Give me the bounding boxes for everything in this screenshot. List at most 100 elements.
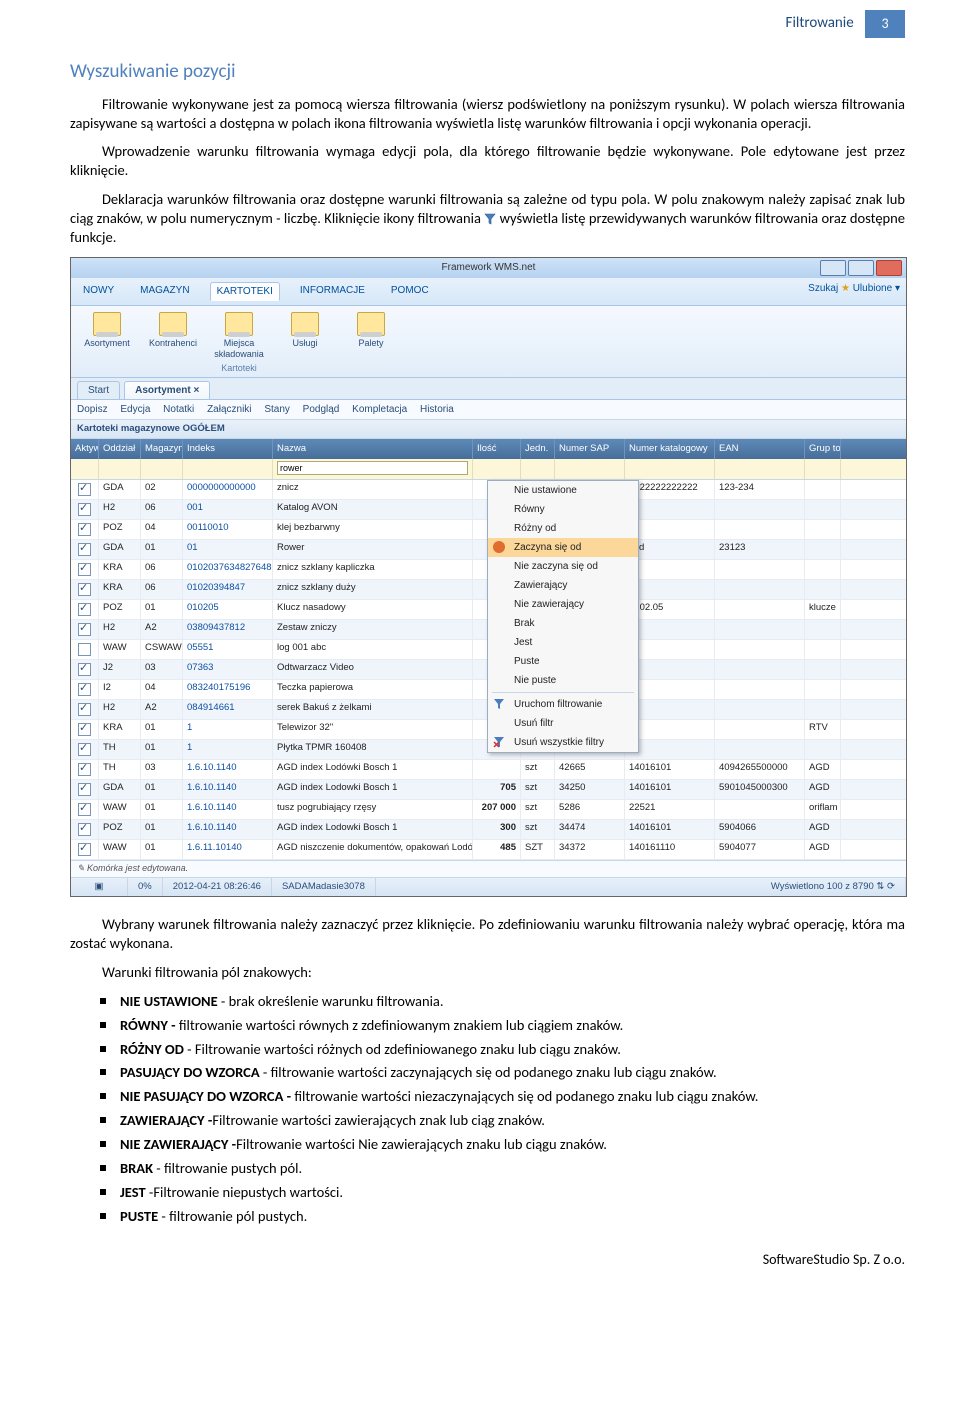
bullet-list: NIE USTAWIONE - brak określenie warunku … [70, 992, 905, 1225]
checkbox[interactable] [78, 703, 91, 716]
window-title: Framework WMS.net [442, 261, 536, 274]
menu-item-selected[interactable]: Zaczyna się od [488, 538, 638, 557]
ribbon-item[interactable]: Asortyment [79, 312, 135, 361]
menu-action[interactable]: Usuń filtr [488, 714, 638, 733]
menu-item[interactable]: Nie zawierający [488, 595, 638, 614]
checkbox[interactable] [78, 743, 91, 756]
close-button[interactable] [876, 260, 902, 276]
filter-input-nazwa[interactable] [277, 461, 468, 475]
ribbon-item[interactable]: Miejsca składowania [211, 312, 267, 361]
checkbox[interactable] [78, 563, 91, 576]
checkbox[interactable] [78, 843, 91, 856]
checkbox[interactable] [78, 763, 91, 776]
menu-item[interactable]: Jest [488, 633, 638, 652]
checkbox[interactable] [78, 683, 91, 696]
checkbox[interactable] [78, 803, 91, 816]
menu-action[interactable]: Usuń wszystkie filtry [488, 733, 638, 752]
menu-item[interactable]: Równy [488, 500, 638, 519]
search-label[interactable]: Szukaj [808, 283, 838, 294]
table-row[interactable]: POZ011.6.10.1140AGD index Lodowki Bosch … [71, 820, 906, 840]
menu-item[interactable]: INFORMACJE [294, 282, 371, 301]
toolbar-item[interactable]: Edycja [120, 404, 150, 415]
col-header[interactable]: Ilość [473, 439, 521, 459]
paragraph-1: Filtrowanie wykonywane jest za pomocą wi… [70, 95, 905, 133]
menu-item[interactable]: Nie zaczyna się od [488, 557, 638, 576]
menu-item[interactable]: Nie puste [488, 671, 638, 690]
ribbon-item[interactable]: Usługi [277, 312, 333, 361]
col-header[interactable]: Magazyn [141, 439, 183, 459]
col-header[interactable]: Grup towaro [805, 439, 841, 459]
col-header[interactable]: Aktywne [71, 439, 99, 459]
ribbon-item[interactable]: Palety [343, 312, 399, 361]
folder-icon [93, 312, 121, 336]
paragraph-3: Deklaracja warunków filtrowania oraz dos… [70, 190, 905, 247]
tab-asortyment[interactable]: Asortyment × [124, 381, 210, 399]
checkbox[interactable] [78, 783, 91, 796]
toolbar-item[interactable]: Dopisz [77, 404, 108, 415]
col-header[interactable]: Numer SAP [555, 439, 625, 459]
maximize-button[interactable] [848, 260, 874, 276]
status-timestamp: 2012-04-21 08:26:46 [163, 878, 272, 896]
checkbox[interactable] [78, 583, 91, 596]
menu-item[interactable]: Nie ustawione [488, 481, 638, 500]
toolbar-item[interactable]: Notatki [163, 404, 194, 415]
bullet-item: BRAK - filtrowanie pustych pól. [120, 1159, 905, 1178]
checkbox[interactable] [78, 723, 91, 736]
favorites-label[interactable]: Ulubione [853, 283, 892, 294]
ribbon-item[interactable]: Kontrahenci [145, 312, 201, 361]
col-header[interactable]: Indeks [183, 439, 273, 459]
page-header: Filtrowanie 3 [70, 0, 905, 38]
page-number-badge: 3 [865, 10, 905, 38]
menu-item[interactable]: POMOC [385, 282, 435, 301]
table-row[interactable]: GDA011.6.10.1140AGD index Lodowki Bosch … [71, 780, 906, 800]
toolbar-item[interactable]: Załączniki [207, 404, 251, 415]
col-header[interactable]: EAN [715, 439, 805, 459]
col-header[interactable]: Nazwa [273, 439, 473, 459]
table-row[interactable]: WAW011.6.10.1140tusz pogrubiający rzęsy2… [71, 800, 906, 820]
toolbar-item[interactable]: Historia [420, 404, 454, 415]
tab-start[interactable]: Start [77, 381, 120, 399]
chevron-down-icon: ▾ [895, 283, 900, 294]
checkbox[interactable] [78, 483, 91, 496]
panel-title: Kartoteki magazynowe OGÓŁEM [71, 420, 906, 439]
checkbox[interactable] [78, 503, 91, 516]
toolbar-item[interactable]: Podgląd [303, 404, 340, 415]
toolbar-item[interactable]: Stany [264, 404, 290, 415]
menu-action[interactable]: Uruchom filtrowanie [488, 695, 638, 714]
table-row[interactable]: WAW011.6.11.10140AGD niszczenie dokument… [71, 840, 906, 860]
col-header[interactable]: Oddział [99, 439, 141, 459]
checkbox[interactable] [78, 543, 91, 556]
table-row[interactable]: TH031.6.10.1140AGD index Lodówki Bosch 1… [71, 760, 906, 780]
menu-item[interactable]: NOWY [77, 282, 120, 301]
menu-item[interactable]: MAGAZYN [134, 282, 195, 301]
bullet-icon [493, 541, 505, 553]
col-header[interactable]: Jedn. [521, 439, 555, 459]
status-count: Wyświetlono 100 z 8790 ⇅ ⟳ [761, 878, 906, 896]
checkbox[interactable] [78, 603, 91, 616]
window-titlebar: Framework WMS.net [71, 258, 906, 278]
checkbox[interactable] [78, 523, 91, 536]
ribbon-group-label: Kartoteki [79, 363, 399, 375]
checkbox[interactable] [78, 823, 91, 836]
bullet-item: RÓWNY - filtrowanie wartości równych z z… [120, 1016, 905, 1035]
funnel-icon [484, 213, 496, 225]
statusbar: ▣ 0% 2012-04-21 08:26:46 SADAMadasie3078… [71, 877, 906, 896]
minimize-button[interactable] [820, 260, 846, 276]
edit-note: ✎ Komórka jest edytowana. [71, 860, 906, 877]
menu-item[interactable]: Różny od [488, 519, 638, 538]
col-header[interactable]: Numer katalogowy [625, 439, 715, 459]
checkbox[interactable] [78, 623, 91, 636]
checkbox[interactable] [78, 663, 91, 676]
menu-item[interactable]: Puste [488, 652, 638, 671]
bullet-item: NIE USTAWIONE - brak określenie warunku … [120, 992, 905, 1011]
menu-item[interactable]: Brak [488, 614, 638, 633]
footer: SoftwareStudio Sp. Z o.o. [70, 1251, 905, 1269]
bullet-item: NIE ZAWIERAJĄCY -Filtrowanie wartości Ni… [120, 1135, 905, 1154]
checkbox[interactable] [78, 643, 91, 656]
menu-item[interactable]: Zawierający [488, 576, 638, 595]
grid-toolbar: Dopisz Edycja Notatki Załączniki Stany P… [71, 400, 906, 420]
status-icon: ▣ [71, 878, 128, 896]
toolbar-item[interactable]: Kompletacja [352, 404, 407, 415]
document-tabs: Start Asortyment × [71, 378, 906, 400]
menu-item-active[interactable]: KARTOTEKI [210, 282, 280, 301]
